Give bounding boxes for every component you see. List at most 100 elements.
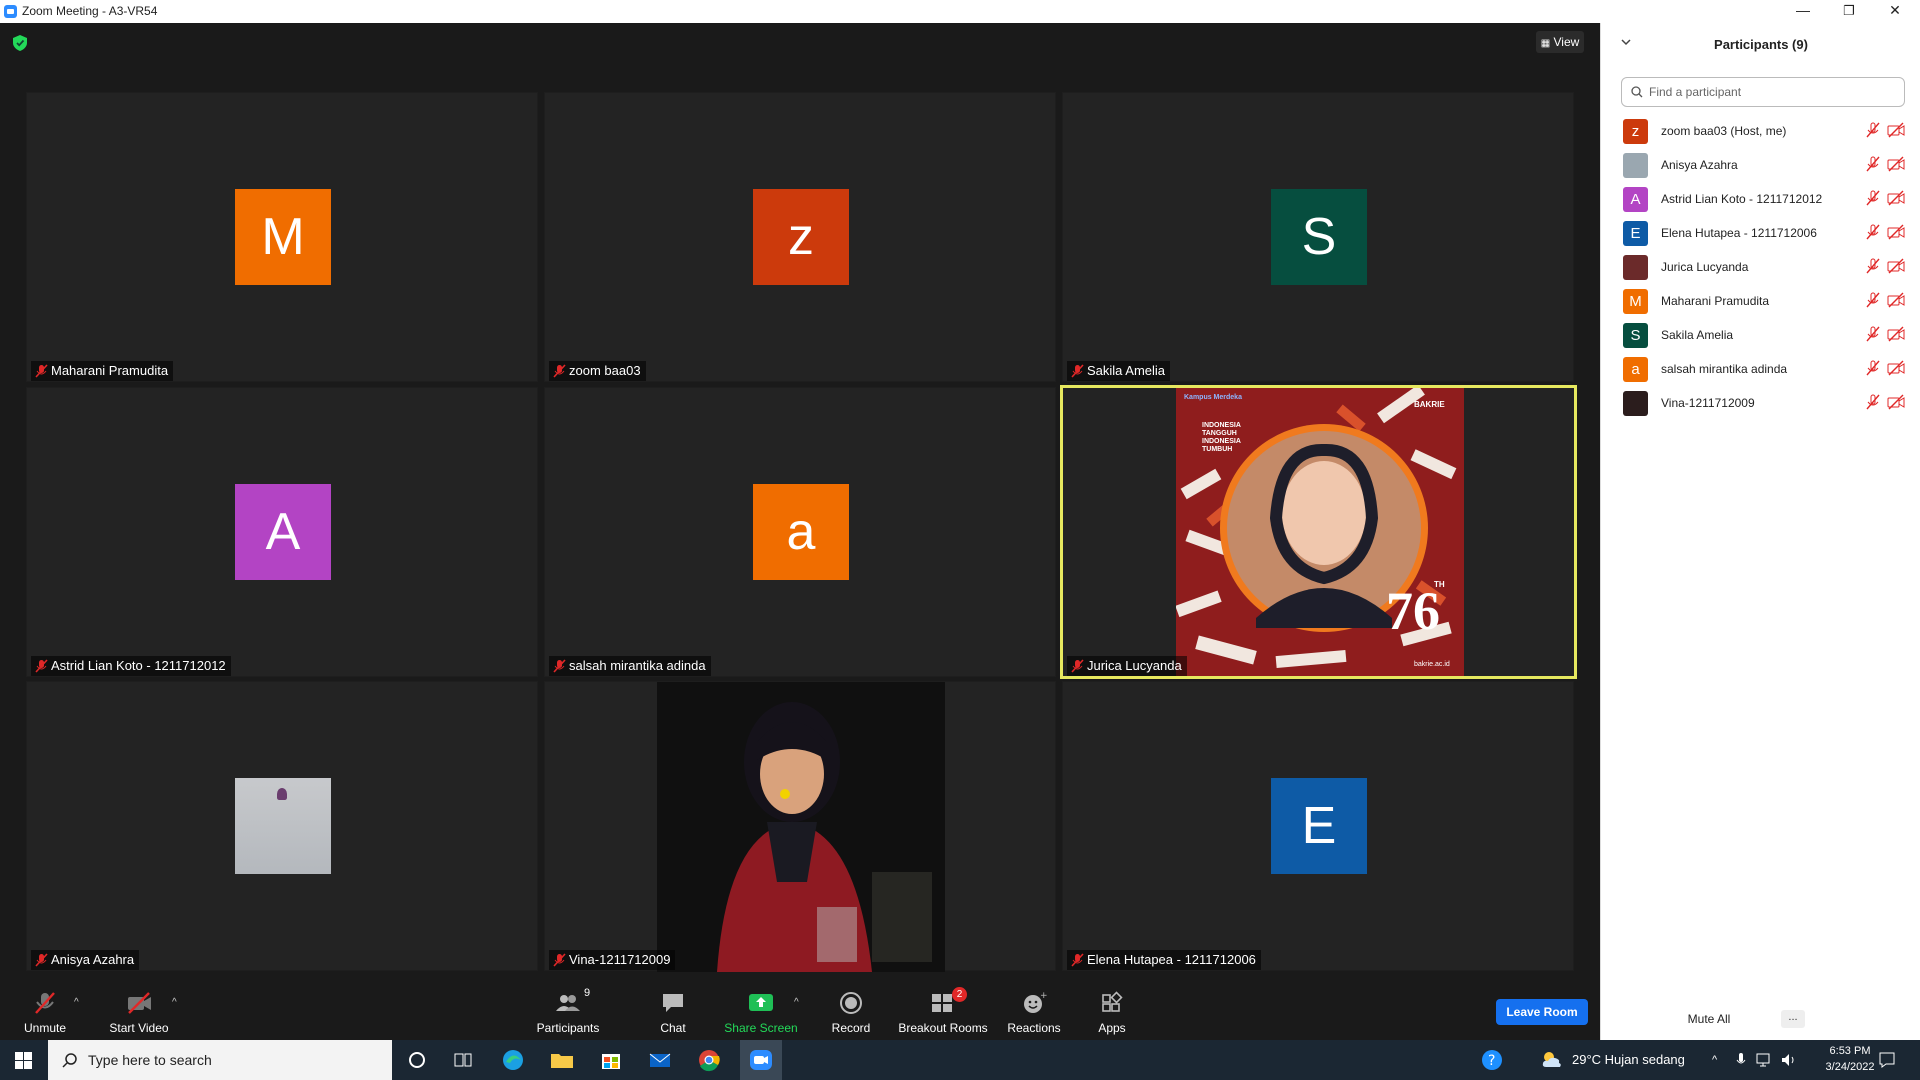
video-tile[interactable]: A Astrid Lian Koto - 1211712012 [26,387,538,677]
video-tile[interactable]: E Elena Hutapea - 1211712006 [1062,681,1574,971]
video-off-icon[interactable] [1887,292,1905,308]
figure-silhouette [277,788,287,800]
muted-mic-icon[interactable] [1865,394,1881,410]
search-icon [1631,86,1643,98]
svg-text:+: + [1040,991,1047,1001]
chat-button[interactable]: Chat [648,983,698,1040]
mute-all-button[interactable]: Mute All [1679,1008,1739,1030]
edge-browser-icon[interactable] [498,1046,528,1074]
notifications-icon[interactable] [1878,1051,1896,1069]
participant-avatar-photo [1623,391,1648,416]
video-options-caret-icon[interactable]: ^ [172,997,177,1008]
minimize-button[interactable]: — [1780,0,1826,23]
video-off-icon[interactable] [1887,122,1905,138]
muted-mic-icon[interactable] [1865,360,1881,376]
participant-avatar-photo [1623,255,1648,280]
video-off-icon[interactable] [1887,190,1905,206]
unmute-button[interactable]: Unmute [16,983,74,1040]
record-button[interactable]: Record [826,983,876,1040]
muted-mic-icon[interactable] [1865,190,1881,206]
participants-panel: Participants (9) Find a participant z zo… [1600,23,1920,1040]
video-off-icon[interactable] [1887,394,1905,410]
more-options-button[interactable]: ... [1781,1010,1805,1028]
participant-search-input[interactable]: Find a participant [1621,77,1905,107]
participant-name-label: Maharani Pramudita [31,361,174,381]
participant-name-label: Anisya Azahra [31,950,140,970]
participant-name-label: salsah mirantika adinda [549,656,711,676]
record-icon [840,992,862,1014]
participants-button[interactable]: 9 Participants [530,983,606,1040]
video-off-icon[interactable] [1887,258,1905,274]
video-tile[interactable]: z zoom baa03 [544,92,1056,382]
video-tile[interactable]: a salsah mirantika adinda [544,387,1056,677]
participant-name-label: Astrid Lian Koto - 1211712012 [31,656,231,676]
task-view-icon[interactable] [448,1046,478,1074]
weather-icon [1542,1052,1561,1067]
participant-name-label: Jurica Lucyanda [1067,656,1187,676]
volume-icon[interactable] [1780,1052,1798,1068]
muted-mic-icon[interactable] [1865,122,1881,138]
chrome-icon[interactable] [694,1046,724,1074]
mail-icon[interactable] [645,1046,675,1074]
share-screen-button[interactable]: Share Screen [722,983,800,1040]
video-off-icon[interactable] [1887,360,1905,376]
muted-mic-icon[interactable] [1865,326,1881,342]
muted-mic-icon [35,992,55,1014]
poster-brand: BAKRIE [1414,400,1445,409]
video-tile[interactable]: Anisya Azahra [26,681,538,971]
muted-mic-icon[interactable] [1865,258,1881,274]
avatar: M [235,189,331,285]
poster-th-suffix: TH [1434,580,1445,589]
start-video-button[interactable]: Start Video [104,983,174,1040]
reactions-button[interactable]: + Reactions [1006,983,1062,1040]
encryption-shield-icon[interactable] [13,35,27,51]
weather-text[interactable]: 29°C Hujan sedang [1572,1040,1685,1080]
video-tile[interactable]: Vina-1211712009 [544,681,1056,972]
zoom-app-icon [4,5,17,18]
muted-mic-icon [1071,364,1084,378]
apps-button[interactable]: Apps [1092,983,1132,1040]
taskbar-search-input[interactable]: Type here to search [48,1040,392,1080]
zoom-icon[interactable] [746,1046,776,1074]
video-photo [657,682,945,972]
video-off-icon[interactable] [1887,156,1905,172]
poster-slogan: INDONESIA TANGGUH INDONESIA TUMBUH [1202,422,1241,453]
person-photo [657,682,945,972]
leave-room-button[interactable]: Leave Room [1496,999,1588,1025]
poster-badge: Kampus Merdeka [1184,394,1242,401]
participant-row[interactable]: Vina-1211712009 [1601,383,1920,423]
participants-icon [556,995,580,1011]
muted-mic-icon[interactable] [1865,292,1881,308]
participant-avatar-photo [1623,153,1648,178]
svg-text:?: ? [1488,1053,1495,1069]
network-icon[interactable] [1756,1052,1774,1068]
video-tile[interactable]: S Sakila Amelia [1062,92,1574,382]
breakout-badge: 2 [952,987,967,1002]
muted-mic-icon[interactable] [1865,156,1881,172]
tray-overflow-icon[interactable]: ^ [1712,1040,1717,1080]
video-off-icon[interactable] [1887,326,1905,342]
restore-button[interactable]: ❐ [1826,0,1872,23]
search-icon [62,1053,77,1068]
close-button[interactable]: ✕ [1872,0,1918,23]
muted-mic-icon [35,659,48,673]
profile-photo [235,778,331,874]
windows-start-icon[interactable] [15,1052,32,1069]
microphone-tray-icon[interactable] [1736,1052,1746,1068]
muted-mic-icon[interactable] [1865,224,1881,240]
help-icon[interactable]: ? [1480,1048,1504,1072]
video-tile[interactable]: M Maharani Pramudita [26,92,538,382]
share-options-caret-icon[interactable]: ^ [794,997,799,1008]
store-icon[interactable] [596,1046,626,1074]
muted-mic-icon [35,953,48,967]
poster-76-number: 76 [1386,581,1440,641]
active-speaker-tile[interactable]: Kampus Merdeka BAKRIE INDONESIA TANGGUH … [1060,385,1577,679]
breakout-rooms-button[interactable]: 2 Breakout Rooms [898,983,988,1040]
cortana-icon[interactable] [402,1046,432,1074]
audio-options-caret-icon[interactable]: ^ [74,997,79,1008]
participant-avatar: S [1623,323,1648,348]
file-explorer-icon[interactable] [547,1046,577,1074]
video-off-icon [128,992,151,1014]
video-off-icon[interactable] [1887,224,1905,240]
view-button[interactable]: ▦ View [1536,31,1584,53]
